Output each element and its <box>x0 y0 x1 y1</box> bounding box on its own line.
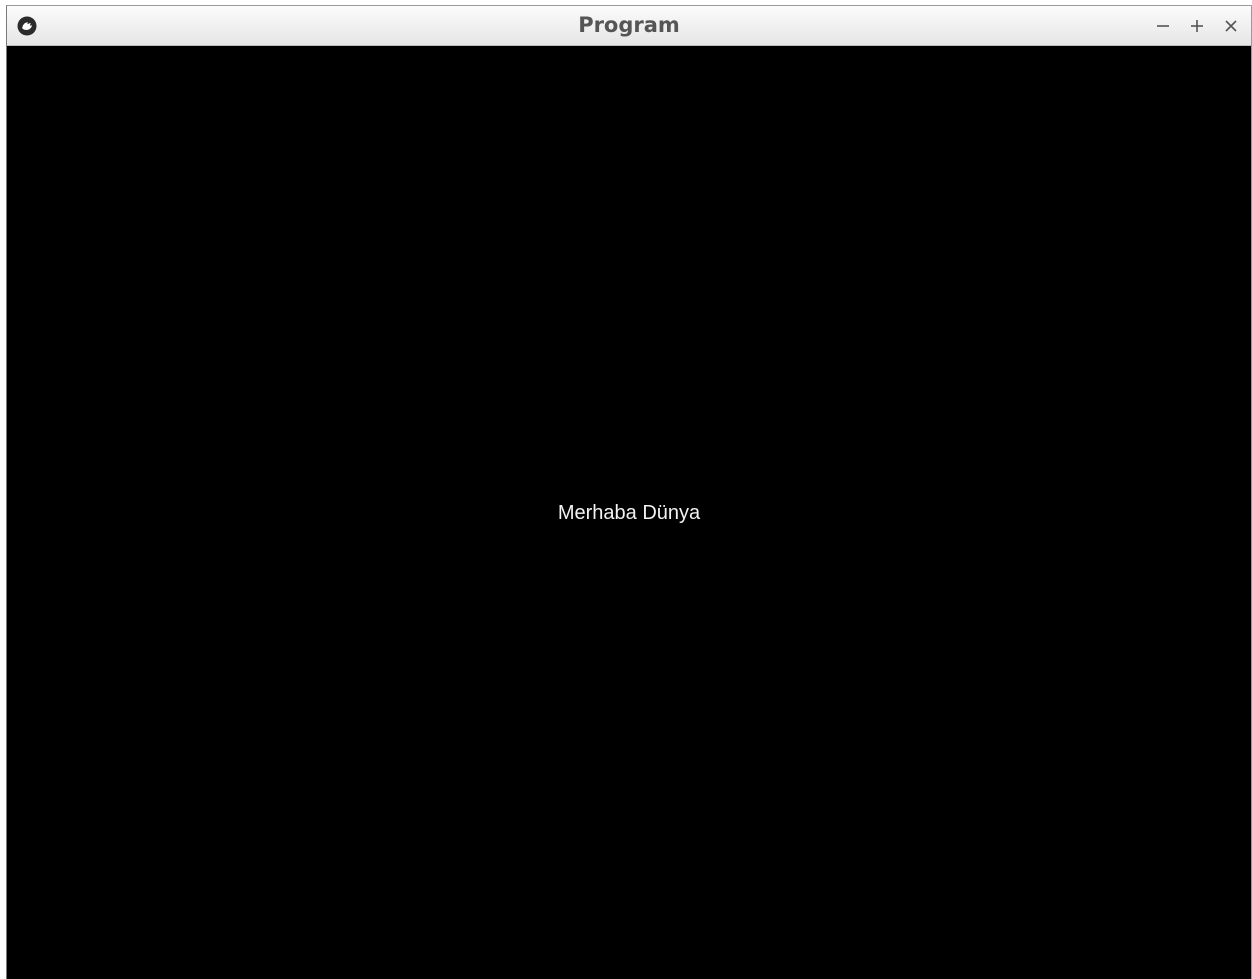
hello-label: Merhaba Dünya <box>557 502 701 524</box>
app-window: Program Merhaba Dünya <box>6 5 1252 979</box>
app-canvas: Merhaba Dünya <box>7 46 1251 979</box>
window-controls <box>1153 6 1241 46</box>
window-title: Program <box>578 13 680 37</box>
kivy-logo-icon[interactable] <box>17 16 37 36</box>
title-bar[interactable]: Program <box>7 6 1251 46</box>
maximize-icon[interactable] <box>1187 16 1207 36</box>
minimize-icon[interactable] <box>1153 16 1173 36</box>
close-icon[interactable] <box>1221 16 1241 36</box>
